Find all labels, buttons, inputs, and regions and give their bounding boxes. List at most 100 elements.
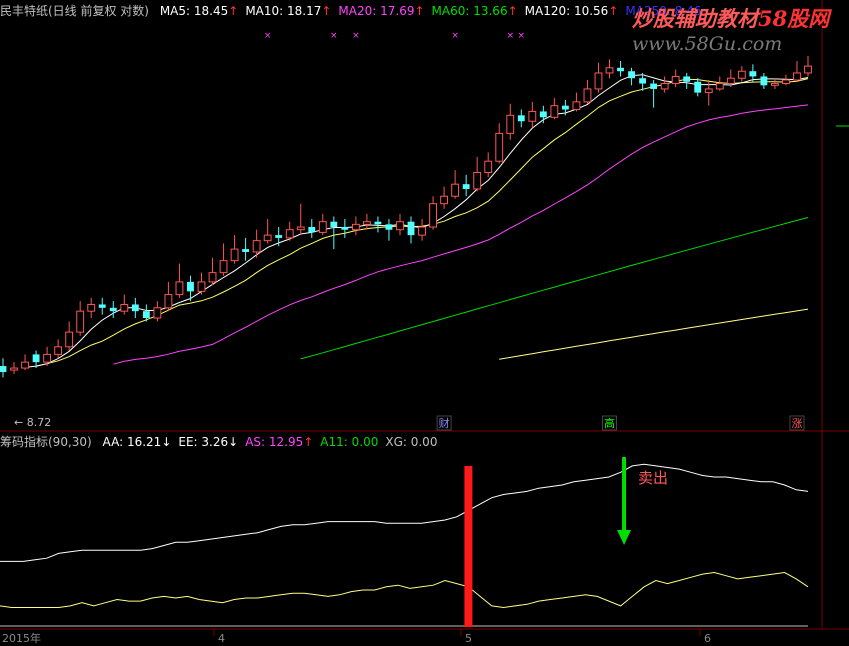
candle-body <box>164 294 173 309</box>
candle-body <box>109 307 117 312</box>
buy-signal-bar <box>464 466 473 627</box>
sub-indicator-2: AS: 12.95 <box>245 435 304 449</box>
candle-body <box>594 72 603 90</box>
candle-body <box>175 281 184 296</box>
sub-indicator-0: AA: 16.21 <box>102 435 162 449</box>
sub-panel-header: 筹码指标(90,30) AA: 16.21↓ EE: 3.26↓ AS: 12.95… <box>0 433 437 450</box>
x-axis-label: 6 <box>704 632 711 645</box>
signal-x-mark: × <box>506 31 514 41</box>
candle-body <box>462 184 470 189</box>
candle-body <box>153 307 162 319</box>
candle-body <box>660 83 669 90</box>
candle-body <box>296 226 305 231</box>
candle-body <box>572 101 581 111</box>
main-indicator-1: MA10: 18.17 <box>245 4 322 18</box>
candle-body <box>605 67 614 74</box>
candle-body <box>760 76 768 86</box>
watermark-title-text: 炒股辅助教材 <box>632 6 758 31</box>
candle-body <box>10 367 18 371</box>
candle-body <box>21 361 29 369</box>
candle-body <box>440 195 449 205</box>
candle-body <box>473 172 482 190</box>
main-panel-header: 民丰特纸(日线 前复权 对数) MA5: 18.45↑ MA10: 18.17↑ M… <box>0 2 701 19</box>
candle-body <box>407 221 415 236</box>
candle-body <box>32 354 40 363</box>
watermark-brand: 58股网 <box>758 6 830 31</box>
signal-x-mark: × <box>518 31 526 41</box>
candle-body <box>120 303 129 312</box>
candle-body <box>528 110 537 122</box>
candle-body <box>517 115 525 122</box>
candle-body <box>275 235 283 238</box>
candle-body <box>142 311 150 319</box>
sub-indicator-list: AA: 16.21↓ EE: 3.26↓ AS: 12.95↑ A11: 0.00 XG… <box>96 435 438 449</box>
candle-body <box>715 83 724 90</box>
candle-body <box>252 240 261 253</box>
watermark-title: 炒股辅助教材58股网 <box>632 3 829 33</box>
signal-x-mark: × <box>330 31 338 41</box>
candle-body <box>341 227 349 230</box>
main-indicator-arrow-4: ↑ <box>608 4 619 18</box>
candle-body <box>539 111 547 118</box>
candle-body <box>429 203 437 228</box>
main-indicator-list: MA5: 18.45↑ MA10: 18.17↑ MA20: 17.69↑ MA60:… <box>153 4 702 18</box>
candle-body <box>650 83 658 89</box>
candle-body <box>683 76 691 82</box>
candle-body <box>242 249 250 252</box>
candle-body <box>87 303 96 312</box>
candle-body <box>495 132 504 162</box>
sub-indicator-arrow-2: ↑ <box>303 435 314 449</box>
candle-body <box>726 77 735 85</box>
signal-x-mark: × <box>352 31 360 41</box>
candle-body <box>98 304 106 308</box>
candle-body <box>351 223 360 231</box>
candle-body <box>628 71 635 79</box>
x-axis-label: 5 <box>465 632 472 645</box>
sub-indicator-1: EE: 3.26 <box>178 435 229 449</box>
candle-body <box>0 366 7 373</box>
event-marker-label: 高 <box>604 416 615 430</box>
candle-body <box>396 221 404 231</box>
candle-body <box>131 304 139 312</box>
signal-x-mark: × <box>264 31 272 41</box>
main-panel-title: 民丰特纸(日线 前复权 对数) <box>0 4 149 18</box>
candle-body <box>362 221 371 225</box>
candle-body <box>197 281 206 292</box>
candle-body <box>219 260 228 274</box>
candle-body <box>506 114 515 134</box>
candle-body <box>583 88 592 103</box>
candle-body <box>263 234 272 242</box>
candle-body <box>330 221 338 228</box>
candle-body <box>43 353 52 363</box>
candle-body <box>749 71 757 77</box>
main-indicator-arrow-0: ↑ <box>228 4 239 18</box>
x-axis-label: 4 <box>218 632 225 645</box>
candle-body <box>793 72 801 81</box>
sell-label: 卖出 <box>638 469 668 487</box>
candle-body <box>804 65 812 74</box>
candle-body <box>704 88 713 94</box>
signal-x-mark: × <box>451 31 459 41</box>
candle-body <box>374 221 382 225</box>
sub-indicator-arrow-1: ↓ <box>228 435 239 449</box>
candle-body <box>770 83 779 86</box>
candle-body <box>187 281 194 292</box>
event-marker-label: 涨 <box>791 417 802 430</box>
candle-body <box>561 105 569 110</box>
candle-body <box>418 226 426 236</box>
candle-body <box>782 79 790 85</box>
candle-body <box>484 160 493 174</box>
candle-body <box>639 78 647 84</box>
main-indicator-3: MA60: 13.66 <box>431 4 508 18</box>
candle-body <box>385 224 393 230</box>
sub-indicator-4: XG: 0.00 <box>385 435 438 449</box>
sub-indicator-3: A11: 0.00 <box>320 435 379 449</box>
candle-body <box>550 105 559 118</box>
x-axis-label: 2015年 <box>2 631 41 645</box>
candle-body <box>318 221 327 233</box>
candle-body <box>230 248 239 262</box>
candle-body <box>285 229 294 239</box>
candle-body <box>694 81 702 93</box>
candle-body <box>737 70 746 79</box>
main-indicator-2: MA20: 17.69 <box>338 4 415 18</box>
